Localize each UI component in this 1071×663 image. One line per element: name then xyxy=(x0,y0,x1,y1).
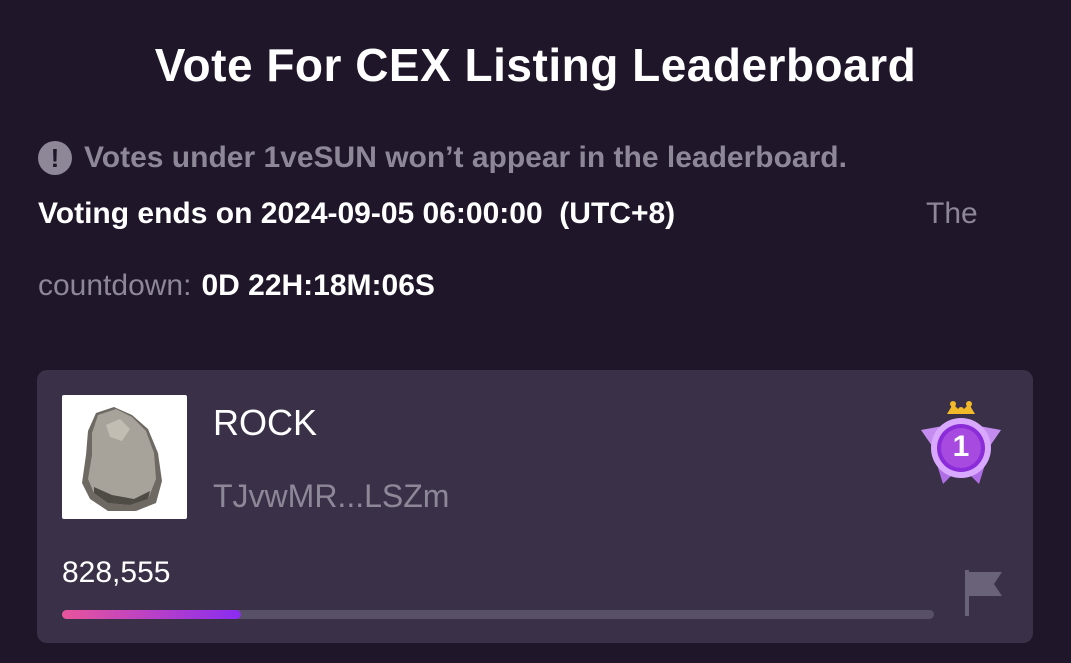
countdown-line: countdown: 0D 22H:18M:06S xyxy=(38,266,435,306)
vote-progress-fill xyxy=(62,610,241,619)
leaderboard-entry-card[interactable]: ROCK TJvwMR...LSZm 1 828,555 xyxy=(37,370,1033,643)
notice-text: Votes under 1veSUN won’t appear in the l… xyxy=(84,141,847,174)
flag-button[interactable] xyxy=(962,566,1006,618)
voting-ends-line: Voting ends on 2024-09-05 06:00:00 (UTC+… xyxy=(38,194,998,234)
flag-icon xyxy=(965,570,1002,616)
token-image xyxy=(62,395,187,519)
countdown-value: 0D 22H:18M:06S xyxy=(201,269,435,302)
countdown-prefix: The xyxy=(926,197,978,230)
countdown-label: countdown: xyxy=(38,269,192,302)
page-title: Vote For CEX Listing Leaderboard xyxy=(154,39,917,91)
vote-count: 828,555 xyxy=(62,556,171,589)
rock-icon xyxy=(82,407,162,511)
rank-number: 1 xyxy=(952,430,970,463)
voting-ends-text: Voting ends on 2024-09-05 06:00:00 (UTC+… xyxy=(38,197,676,230)
rank-medal: 1 xyxy=(913,396,1009,492)
notice-line: ! Votes under 1veSUN won’t appear in the… xyxy=(38,138,847,178)
exclamation-icon: ! xyxy=(38,141,72,175)
token-address[interactable]: TJvwMR...LSZm xyxy=(213,478,449,515)
vote-progress-bar xyxy=(62,610,934,619)
token-name: ROCK xyxy=(213,402,318,443)
